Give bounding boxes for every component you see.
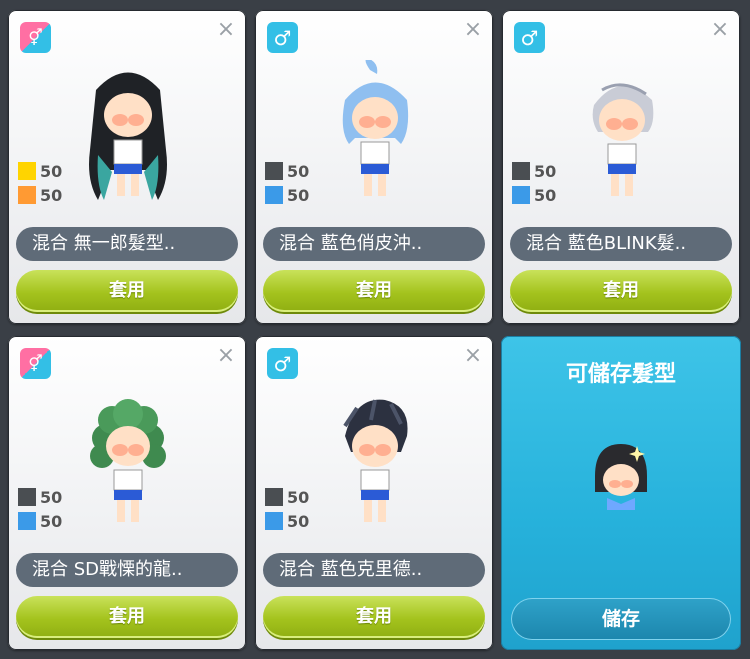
save-slot-panel: 可儲存髮型 儲存 — [501, 336, 741, 650]
save-button[interactable]: 儲存 — [511, 598, 731, 640]
color-ratio-list: 50 50 — [265, 485, 309, 533]
close-icon[interactable]: × — [463, 345, 483, 367]
color-ratio-list: 50 50 — [18, 159, 62, 207]
unisex-icon: ⚥ — [20, 22, 51, 53]
color-swatch — [265, 186, 283, 204]
avatar-preview — [89, 72, 167, 200]
color-swatch — [265, 488, 283, 506]
hair-card: ⚥ × 50 50 混合 SD戰慄的龍.. 套用 — [8, 336, 246, 650]
color-ratio: 50 — [287, 185, 310, 205]
color-ratio: 50 — [40, 185, 63, 205]
color-ratio-list: 50 50 — [265, 159, 309, 207]
color-swatch — [512, 162, 530, 180]
hair-name: 混合 無一郎髮型.. — [16, 227, 238, 261]
male-icon: ♂ — [514, 22, 545, 53]
color-swatch — [18, 512, 36, 530]
hair-name: 混合 藍色BLINK髮.. — [510, 227, 732, 261]
hair-card: ⚥ × 50 50 混合 無一郎髮型.. 套用 — [8, 10, 246, 324]
avatar-preview — [592, 83, 654, 196]
close-icon[interactable]: × — [216, 19, 236, 41]
save-slot-title: 可儲存髮型 — [565, 362, 676, 387]
apply-button[interactable]: 套用 — [510, 270, 732, 312]
color-swatch — [18, 162, 36, 180]
color-swatch — [18, 488, 36, 506]
saved-hair-preview-icon — [595, 444, 647, 510]
male-icon: ♂ — [267, 348, 298, 379]
apply-button[interactable]: 套用 — [16, 270, 238, 312]
color-ratio: 50 — [287, 487, 310, 507]
color-ratio-list: 50 50 — [18, 485, 62, 533]
color-swatch — [512, 186, 530, 204]
avatar-preview — [90, 399, 166, 522]
avatar-preview — [342, 60, 409, 196]
color-ratio: 50 — [287, 161, 310, 181]
hair-name: 混合 SD戰慄的龍.. — [16, 553, 238, 587]
avatar-preview — [343, 399, 408, 522]
close-icon[interactable]: × — [216, 345, 236, 367]
hair-card: ♂ × 50 50 混合 藍色BLINK髮.. 套用 — [502, 10, 740, 324]
hair-card: ♂ × 50 50 混合 藍色俏皮沖.. 套用 — [255, 10, 493, 324]
color-ratio: 50 — [40, 487, 63, 507]
hair-name: 混合 藍色俏皮沖.. — [263, 227, 485, 261]
color-swatch — [265, 162, 283, 180]
apply-button[interactable]: 套用 — [263, 596, 485, 638]
color-ratio: 50 — [287, 511, 310, 531]
apply-button[interactable]: 套用 — [16, 596, 238, 638]
color-swatch — [18, 186, 36, 204]
male-icon: ♂ — [267, 22, 298, 53]
hair-name: 混合 藍色克里德.. — [263, 553, 485, 587]
unisex-icon: ⚥ — [20, 348, 51, 379]
color-ratio: 50 — [40, 511, 63, 531]
color-ratio: 50 — [534, 161, 557, 181]
hair-card: ♂ × 50 50 混合 藍色克里德.. 套用 — [255, 336, 493, 650]
color-swatch — [265, 512, 283, 530]
close-icon[interactable]: × — [463, 19, 483, 41]
close-icon[interactable]: × — [710, 19, 730, 41]
color-ratio: 50 — [40, 161, 63, 181]
color-ratio: 50 — [534, 185, 557, 205]
apply-button[interactable]: 套用 — [263, 270, 485, 312]
color-ratio-list: 50 50 — [512, 159, 556, 207]
